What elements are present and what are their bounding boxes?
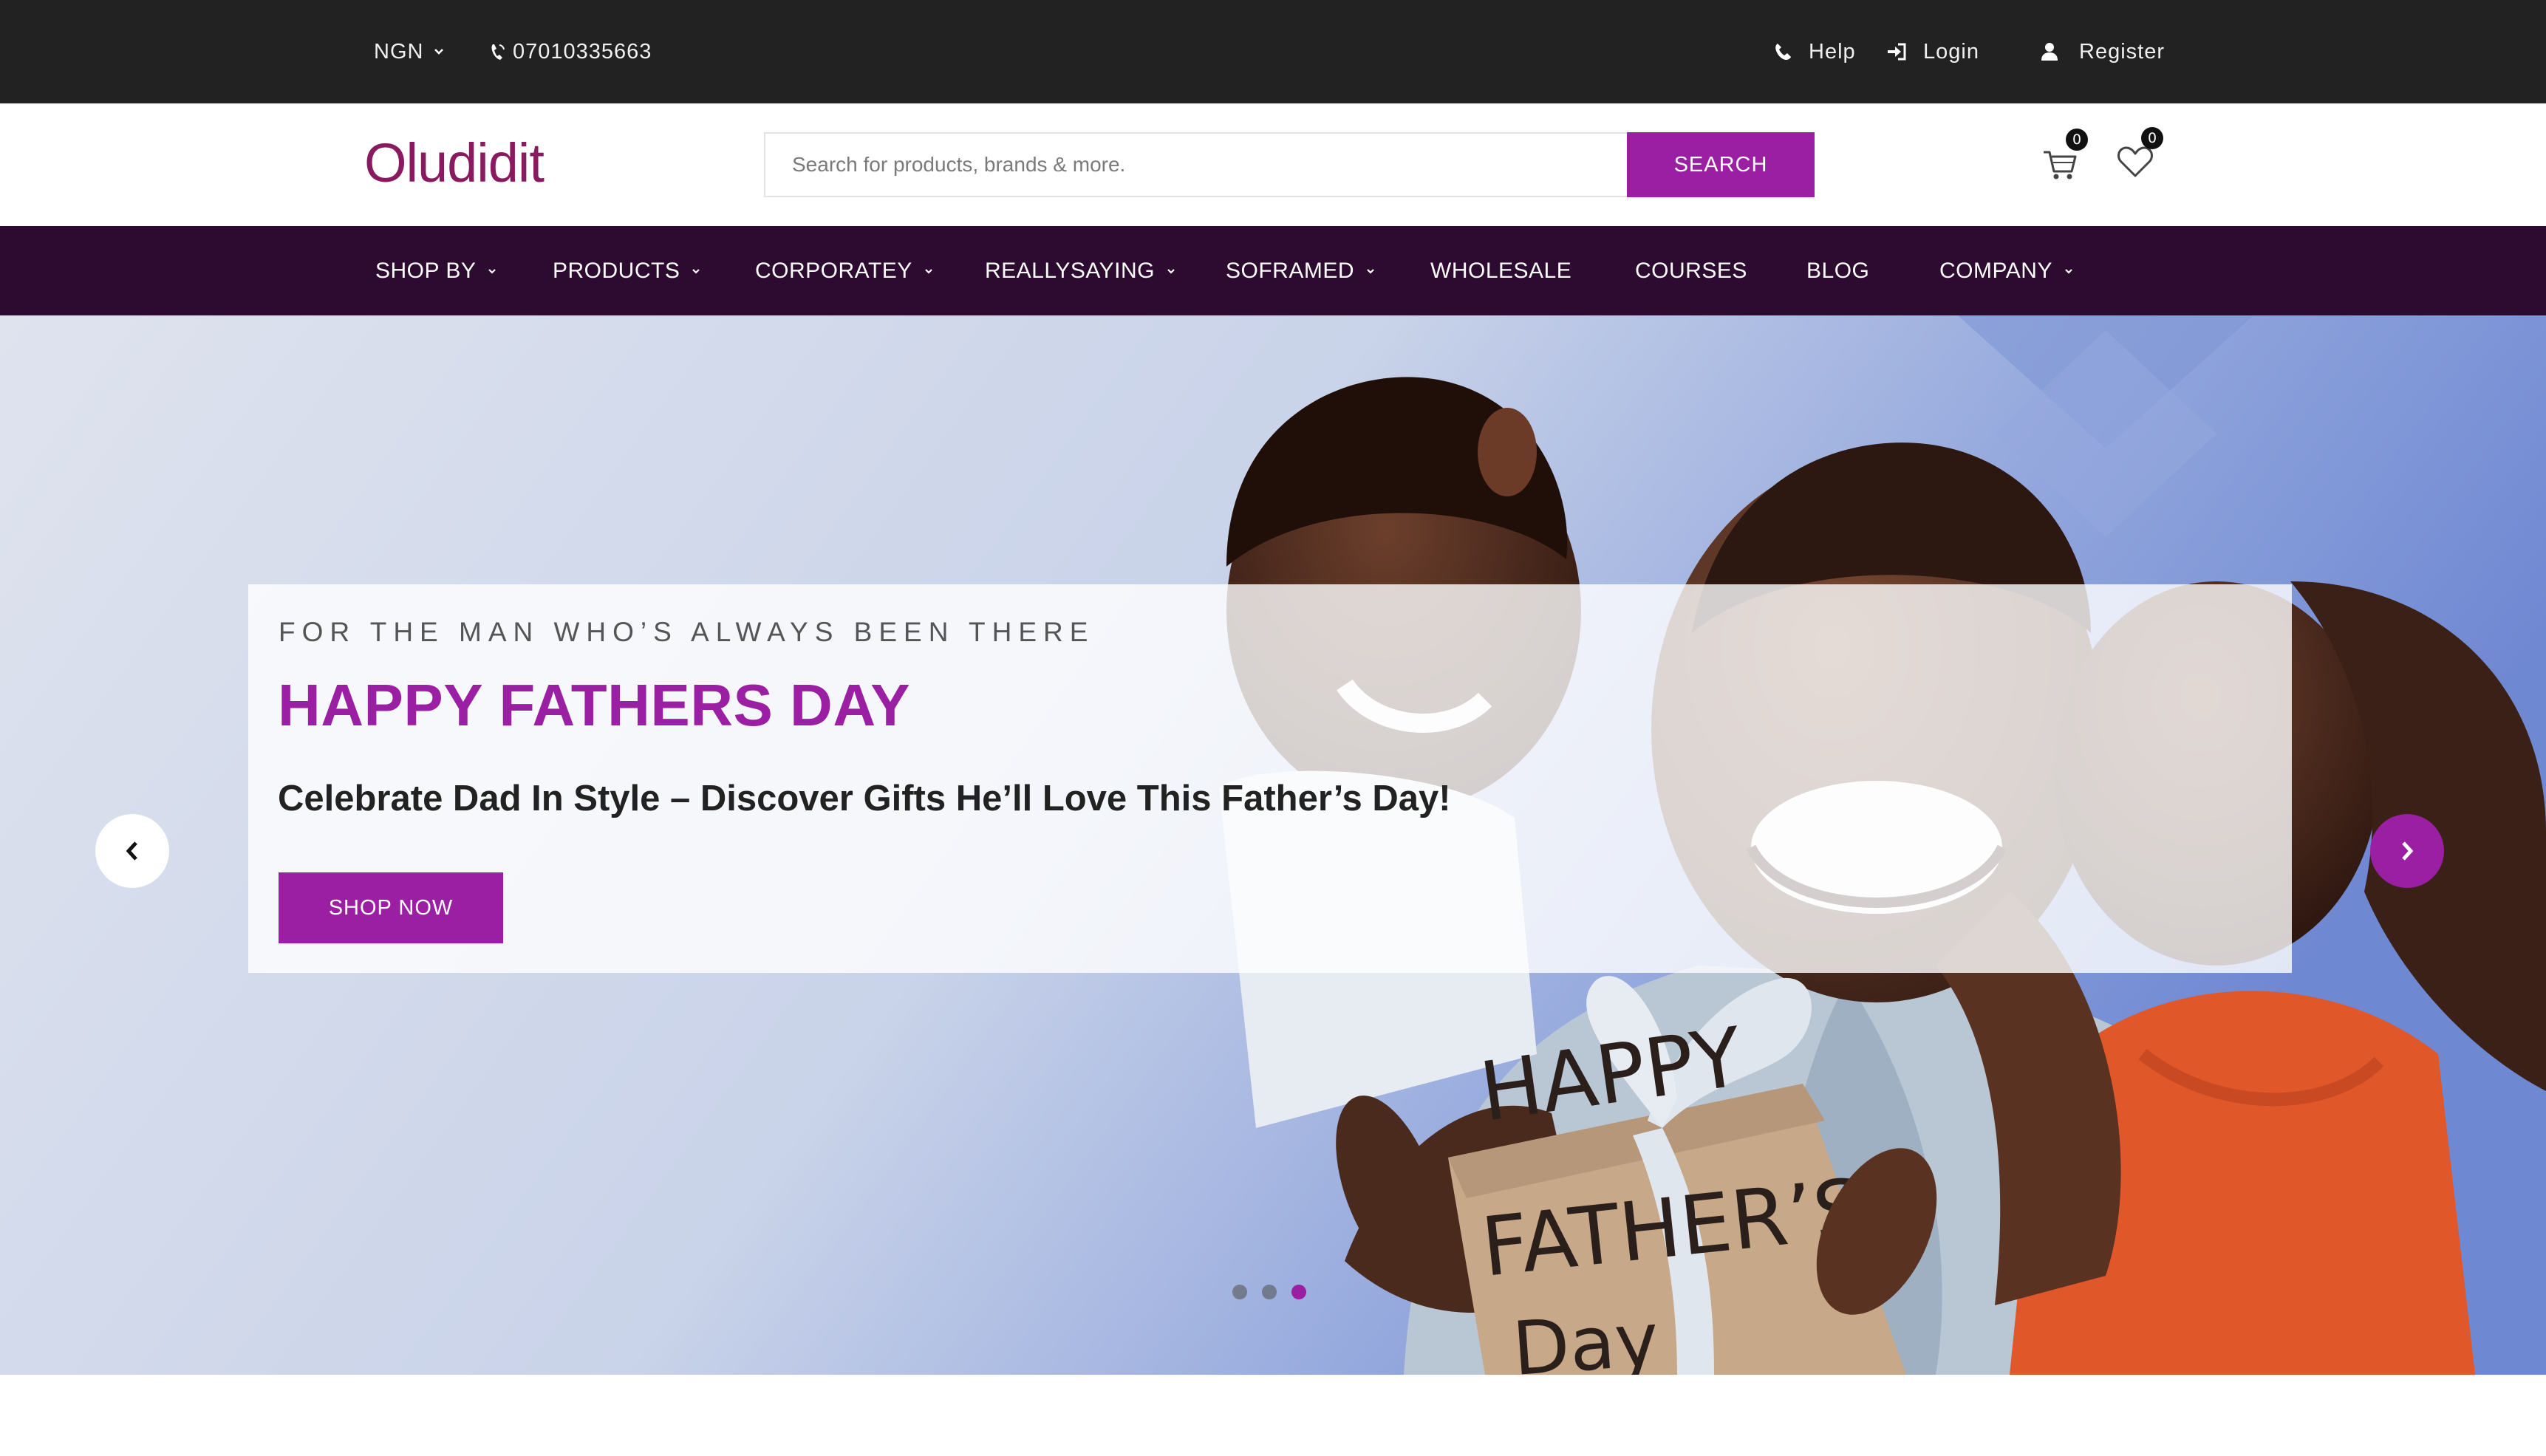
chevron-right-icon — [2402, 841, 2414, 861]
chevron-down-icon — [434, 49, 444, 55]
cart-count-badge: 0 — [2066, 129, 2088, 151]
nav-item-products[interactable]: PRODUCTS — [553, 226, 700, 315]
search-input[interactable] — [764, 132, 1627, 197]
gift-text-day: Day — [1510, 1296, 1662, 1375]
nav-item-label: REALLYSAYING — [985, 258, 1155, 283]
nav-item-label: SOFRAMED — [1226, 258, 1355, 283]
nav-item-company[interactable]: COMPANY — [1939, 226, 2073, 315]
currency-selector[interactable]: NGN — [374, 0, 444, 103]
hero-eyebrow: FOR THE MAN WHO’S ALWAYS BEEN THERE — [279, 617, 1095, 647]
nav-item-corporatey[interactable]: CORPORATEY — [755, 226, 933, 315]
nav-item-soframed[interactable]: SOFRAMED — [1226, 226, 1375, 315]
hero-subtitle: Celebrate Dad In Style – Discover Gifts … — [278, 779, 1451, 818]
site-header: Oludidit SEARCH 0 0 — [0, 103, 2546, 226]
help-link[interactable]: Help — [1773, 0, 1856, 103]
login-link[interactable]: Login — [1886, 0, 1979, 103]
svg-text:Oludidit: Oludidit — [364, 132, 545, 194]
slider-dot[interactable] — [1262, 1285, 1277, 1299]
wishlist-button[interactable]: 0 — [2113, 127, 2163, 183]
top-bar: NGN 07010335663 Help Login Register — [0, 0, 2546, 103]
user-icon — [2041, 43, 2058, 61]
chevron-down-icon — [1167, 268, 1175, 274]
slider-prev-button[interactable] — [95, 814, 169, 888]
sign-in-icon — [1888, 43, 1906, 61]
nav-item-label: CORPORATEY — [755, 258, 912, 283]
chevron-down-icon — [692, 268, 700, 274]
nav-item-label: COMPANY — [1939, 258, 2052, 283]
chevron-down-icon — [1367, 268, 1374, 274]
phone-icon — [1775, 44, 1791, 60]
register-link[interactable]: Register — [2041, 0, 2165, 103]
nav-item-courses[interactable]: COURSES — [1635, 226, 1747, 315]
slider-next-button[interactable] — [2370, 814, 2444, 888]
slider-dot[interactable] — [1232, 1285, 1247, 1299]
nav-item-label: PRODUCTS — [553, 258, 680, 283]
brand-logo[interactable]: Oludidit — [364, 131, 580, 198]
search-form: SEARCH — [764, 132, 1815, 197]
main-nav: SHOP BY PRODUCTS CORPORATEY REALLYSAYING… — [0, 226, 2546, 315]
phone-number: 07010335663 — [513, 39, 652, 64]
help-label: Help — [1809, 39, 1856, 64]
phone-contact[interactable]: 07010335663 — [489, 0, 652, 103]
slider-dots — [1232, 1285, 1306, 1299]
chevron-down-icon — [2065, 268, 2072, 274]
search-button[interactable]: SEARCH — [1627, 132, 1815, 197]
login-label: Login — [1923, 39, 1979, 64]
currency-label: NGN — [374, 39, 424, 64]
shop-now-button[interactable]: SHOP NOW — [279, 872, 503, 943]
nav-item-wholesale[interactable]: WHOLESALE — [1430, 226, 1571, 315]
hero-caption: FOR THE MAN WHO’S ALWAYS BEEN THERE HAPP… — [248, 584, 2292, 973]
nav-item-label: WHOLESALE — [1430, 258, 1572, 283]
phone-icon — [491, 44, 505, 60]
nav-item-blog[interactable]: BLOG — [1806, 226, 1869, 315]
wishlist-count-badge: 0 — [2141, 127, 2163, 149]
hero-slider: HAPPY FATHER’S Day FOR THE MAN WHO’S ALW… — [0, 315, 2546, 1375]
slider-dot-active[interactable] — [1291, 1285, 1306, 1299]
chevron-down-icon — [488, 268, 496, 274]
chevron-left-icon — [126, 841, 137, 861]
hero-title: HAPPY FATHERS DAY — [278, 672, 911, 738]
nav-item-shop-by[interactable]: SHOP BY — [375, 226, 496, 315]
register-label: Register — [2079, 39, 2165, 64]
nav-item-reallysaying[interactable]: REALLYSAYING — [985, 226, 1175, 315]
cart-button[interactable]: 0 — [2038, 129, 2088, 185]
nav-item-label: SHOP BY — [375, 258, 477, 283]
chevron-down-icon — [925, 268, 932, 274]
nav-item-label: BLOG — [1806, 258, 1870, 283]
nav-item-label: COURSES — [1635, 258, 1747, 283]
